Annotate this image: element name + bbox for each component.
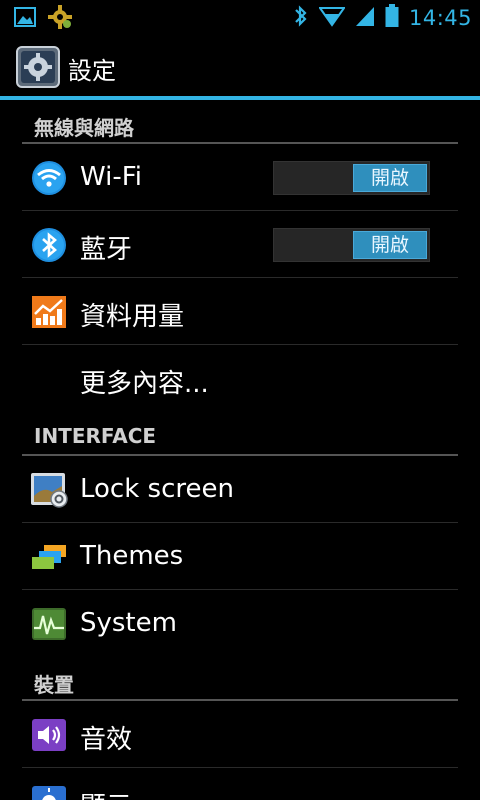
gallery-notification-icon — [14, 7, 36, 31]
wifi-icon — [30, 160, 68, 196]
settings-item-label: 音效 — [80, 725, 133, 755]
lock-screen-icon — [30, 472, 68, 508]
status-time: 14:45 — [408, 6, 472, 30]
settings-item-data-usage[interactable]: 資料用量 — [0, 278, 480, 345]
section-header-interface: INTERFACE — [0, 412, 480, 456]
wifi-toggle[interactable]: 開啟 — [273, 161, 430, 195]
settings-item-label: Lock screen — [80, 474, 234, 504]
section-label: 無線與網路 — [34, 116, 134, 140]
settings-item-label: 資料用量 — [80, 302, 185, 332]
settings-item-label: 更多內容... — [80, 369, 209, 399]
settings-item-display[interactable]: 顯示 — [0, 768, 480, 800]
settings-item-label: Wi-Fi — [80, 162, 143, 192]
themes-icon — [30, 539, 68, 575]
action-bar: 設定 — [0, 34, 480, 98]
settings-item-label: 顯示 — [80, 786, 132, 800]
section-header-device: 裝置 — [0, 657, 480, 701]
settings-item-wifi[interactable]: Wi-Fi 開啟 — [0, 144, 480, 211]
section-header-wireless: 無線與網路 — [0, 100, 480, 144]
data-usage-icon — [30, 294, 68, 330]
sound-icon — [30, 717, 68, 753]
settings-item-label: Themes — [80, 541, 184, 571]
wifi-signal-icon — [318, 5, 346, 31]
bluetooth-toggle[interactable]: 開啟 — [273, 228, 430, 262]
settings-item-bluetooth[interactable]: 藍牙 開啟 — [0, 211, 480, 278]
settings-item-system[interactable]: System — [0, 590, 480, 657]
settings-item-more[interactable]: 更多內容... — [0, 345, 480, 412]
settings-app-icon[interactable] — [16, 46, 60, 88]
system-icon — [30, 606, 68, 642]
cellular-signal-icon — [355, 5, 375, 31]
section-label: 裝置 — [34, 673, 74, 697]
section-label: INTERFACE — [34, 424, 157, 448]
page-title: 設定 — [68, 57, 116, 85]
settings-item-label: 藍牙 — [80, 235, 133, 265]
settings-list: 無線與網路 Wi-Fi 開啟 藍牙 開啟 資料用量 更多內容... INTERF… — [0, 100, 480, 800]
settings-item-themes[interactable]: Themes — [0, 523, 480, 590]
settings-gear-notification-icon — [48, 5, 72, 33]
settings-item-sound[interactable]: 音效 — [0, 701, 480, 768]
toggle-on-label: 開啟 — [353, 231, 427, 259]
display-icon — [30, 784, 68, 800]
settings-item-lock-screen[interactable]: Lock screen — [0, 456, 480, 523]
bluetooth-icon — [30, 227, 68, 263]
battery-icon — [385, 4, 399, 32]
settings-item-label: System — [80, 608, 177, 638]
toggle-on-label: 開啟 — [353, 164, 427, 192]
status-bar: 14:45 — [0, 0, 480, 34]
bluetooth-icon — [293, 4, 309, 32]
